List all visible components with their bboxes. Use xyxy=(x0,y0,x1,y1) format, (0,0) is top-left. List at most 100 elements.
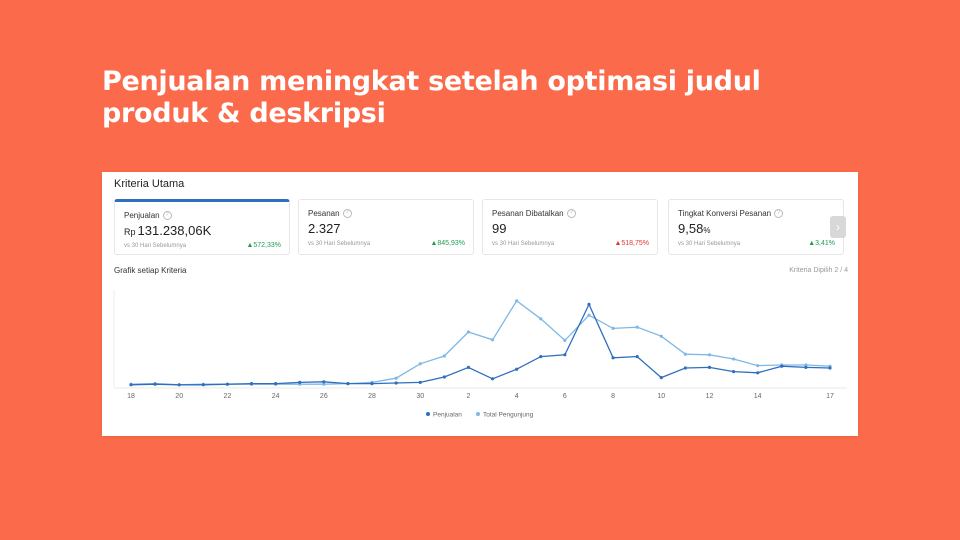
data-point xyxy=(539,355,543,359)
data-point xyxy=(129,383,133,387)
data-point xyxy=(587,313,591,317)
line-chart: 18 20 22 24 26 28 30 2 4 6 8 10 12 14 17Penjualan Total… xyxy=(113,290,847,419)
x-tick-label: 8 xyxy=(611,393,615,400)
x-tick-label: 14 xyxy=(754,393,762,400)
info-icon: ? xyxy=(774,209,784,219)
data-point xyxy=(442,375,446,379)
data-point xyxy=(249,382,254,386)
card-tingkat-konversi[interactable]: Tingkat Konversi Pesanan? 9,58% vs 30 Ha… xyxy=(668,199,844,255)
data-point xyxy=(683,352,687,356)
card-label: Pesanan Dibatalkan xyxy=(492,209,564,218)
legend-marker xyxy=(476,412,480,416)
data-point xyxy=(659,334,663,338)
x-tick-label: 30 xyxy=(416,393,424,400)
data-point xyxy=(611,326,615,330)
x-tick-label: 20 xyxy=(175,393,183,400)
data-point xyxy=(635,325,639,329)
data-point xyxy=(298,380,302,384)
data-point xyxy=(346,382,350,386)
card-value: 99 xyxy=(492,221,507,236)
data-point xyxy=(418,362,422,366)
data-point xyxy=(177,383,181,387)
card-subtext: vs 30 Hari Sebelumnya xyxy=(678,241,741,247)
chart-title: Grafik setiap Kriteria xyxy=(114,266,187,275)
data-point xyxy=(587,302,591,306)
data-point xyxy=(635,355,639,359)
card-subtext: vs 30 Hari Sebelumnya xyxy=(308,241,371,247)
data-point xyxy=(322,380,326,384)
data-point xyxy=(466,365,471,369)
x-tick-label: 24 xyxy=(272,393,280,400)
chevron-right-icon[interactable]: › xyxy=(830,216,846,238)
x-tick-label: 10 xyxy=(657,393,665,400)
card-label: Tingkat Konversi Pesanan xyxy=(678,209,772,218)
data-point xyxy=(563,338,567,342)
card-value: 2.327 xyxy=(308,221,341,236)
legend-label: Penjualan xyxy=(433,412,462,419)
card-subtext: vs 30 Hari Sebelumnya xyxy=(124,243,187,249)
data-point xyxy=(515,299,519,303)
data-point xyxy=(731,370,736,374)
x-tick-label: 28 xyxy=(368,393,376,400)
card-pesanan-dibatalkan[interactable]: Pesanan Dibatalkan? 99 vs 30 Hari Sebelu… xyxy=(482,199,658,255)
legend-marker xyxy=(426,412,430,416)
card-value: 9,58 xyxy=(678,221,704,236)
card-value: 131.238,06K xyxy=(137,223,212,238)
data-point xyxy=(442,354,446,358)
headline: Penjualan meningkat setelah optimasi jud… xyxy=(102,66,761,129)
data-point xyxy=(394,376,398,380)
data-point xyxy=(490,338,495,342)
card-delta: ▲845,93% xyxy=(430,240,465,247)
info-icon: ? xyxy=(342,209,352,219)
data-point xyxy=(515,367,519,371)
data-point xyxy=(225,382,230,386)
data-point xyxy=(683,366,687,370)
panel-title: Kriteria Utama xyxy=(114,178,185,190)
card-subtext: vs 30 Hari Sebelumnya xyxy=(492,241,555,247)
criteria-panel: Kriteria Utama Penjualan? Rp 131.238,06K … xyxy=(102,172,858,436)
data-point xyxy=(828,366,832,370)
data-point xyxy=(707,365,712,369)
card-delta: ▲3,41% xyxy=(808,240,835,247)
data-point xyxy=(370,382,374,386)
x-tick-label: 22 xyxy=(224,393,232,400)
data-point xyxy=(274,382,278,386)
data-point xyxy=(418,380,422,384)
card-delta: ▲572,33% xyxy=(246,242,281,249)
series-line-penjualan xyxy=(130,302,831,386)
card-pesanan[interactable]: Pesanan? 2.327 vs 30 Hari Sebelumnya ▲84… xyxy=(298,199,474,255)
x-tick-label: 26 xyxy=(320,393,328,400)
card-value-suffix: % xyxy=(703,226,711,235)
info-icon: ? xyxy=(566,209,576,219)
data-point xyxy=(466,330,471,334)
card-label: Penjualan xyxy=(124,211,160,220)
data-point xyxy=(611,356,615,360)
data-point xyxy=(804,365,808,369)
criteria-selected-count: Kriteria Dipilih 2 / 4 xyxy=(789,267,848,274)
data-point xyxy=(756,371,760,375)
x-tick-label: 12 xyxy=(706,393,714,400)
card-penjualan[interactable]: Penjualan? Rp 131.238,06K vs 30 Hari Sebe… xyxy=(114,199,290,255)
data-point xyxy=(394,381,398,385)
card-label: Pesanan xyxy=(308,209,340,218)
data-point xyxy=(659,376,663,380)
x-tick-label: 18 xyxy=(127,393,135,400)
info-icon: ? xyxy=(162,211,172,221)
data-point xyxy=(153,382,157,386)
data-point xyxy=(780,364,784,368)
data-point xyxy=(756,364,760,368)
x-tick-label: 2 xyxy=(466,393,470,400)
series-line-total-pengunjung xyxy=(130,299,831,386)
data-point xyxy=(539,317,543,321)
data-point xyxy=(563,353,567,357)
x-tick-label: 4 xyxy=(515,393,519,400)
card-delta: ▲518,75% xyxy=(614,240,649,247)
x-tick-label: 17 xyxy=(826,393,834,400)
data-point xyxy=(707,353,712,357)
data-point xyxy=(731,357,736,361)
legend-label: Total Pengunjung xyxy=(483,412,534,419)
card-value-prefix: Rp xyxy=(124,227,136,237)
x-tick-label: 6 xyxy=(563,393,567,400)
data-point xyxy=(201,383,205,387)
data-point xyxy=(490,377,495,381)
